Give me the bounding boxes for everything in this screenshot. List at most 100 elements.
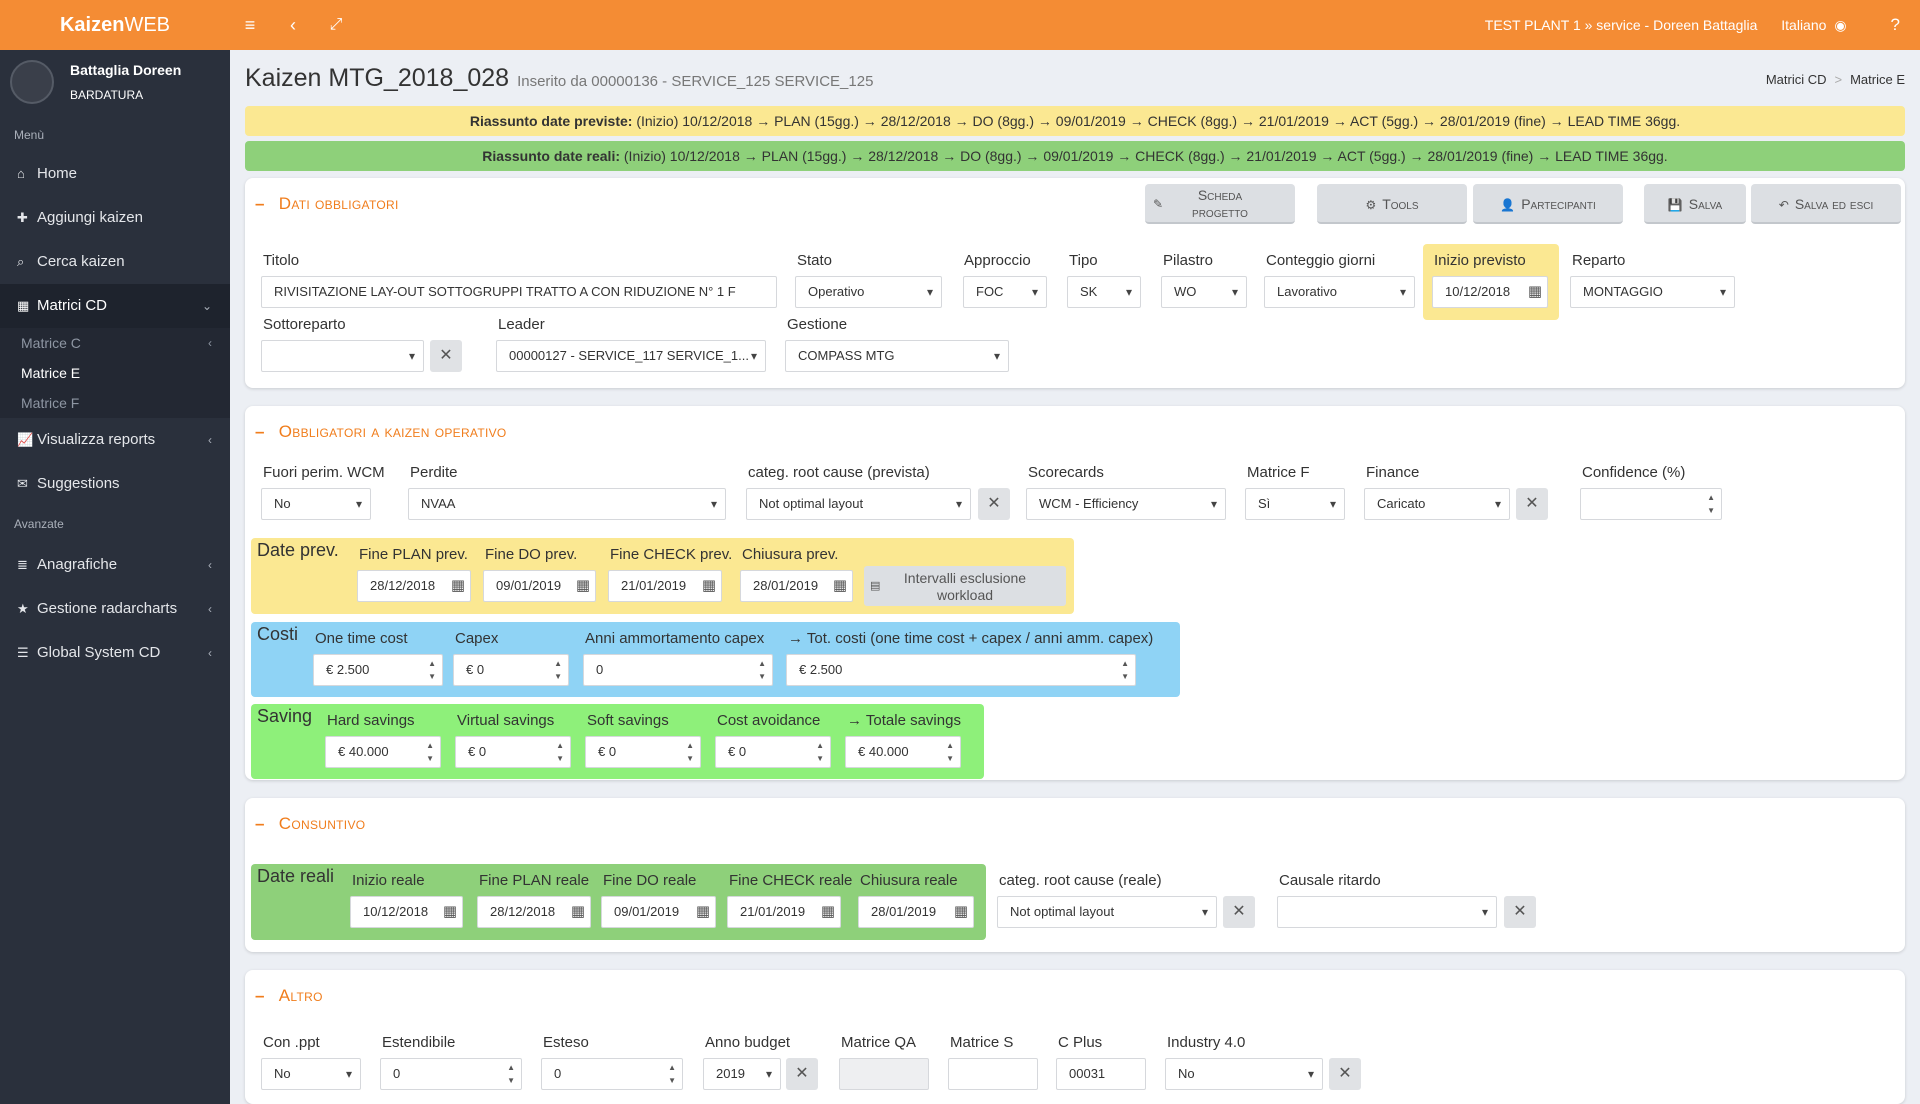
- sidebar-item-global-system-cd[interactable]: ☰ Global System CD ‹: [0, 631, 230, 675]
- clear-industry-icon[interactable]: ✕: [1329, 1058, 1361, 1090]
- menu-toggle-icon[interactable]: ≡: [233, 0, 267, 50]
- calendar-icon[interactable]: ▦: [1528, 277, 1542, 307]
- calendar-icon[interactable]: ▦: [954, 897, 968, 927]
- approccio-select[interactable]: FOC: [963, 276, 1047, 308]
- scheda-progetto-button[interactable]: ✎ Scheda progetto: [1145, 184, 1295, 224]
- spinner-icon[interactable]: ▲ ▼: [1121, 657, 1129, 683]
- matrice-f-select[interactable]: Sì: [1245, 488, 1345, 520]
- tools-button[interactable]: ⚙ Tools: [1317, 184, 1467, 224]
- anni-ammortamento-input[interactable]: 0 ▲ ▼: [583, 654, 773, 686]
- spinner-icon[interactable]: ▲ ▼: [1707, 491, 1715, 517]
- sidebar-item-gestione-radarcharts[interactable]: ★ Gestione radarcharts ‹: [0, 587, 230, 631]
- sidebar-item-cerca-kaizen[interactable]: ⌕ Cerca kaizen: [0, 240, 230, 284]
- calendar-icon[interactable]: ▦: [443, 897, 457, 927]
- cost-avoidance-input[interactable]: € 0 ▲ ▼: [715, 736, 831, 768]
- reparto-select[interactable]: MONTAGGIO: [1570, 276, 1735, 308]
- salva-button[interactable]: 💾 Salva: [1644, 184, 1746, 224]
- sidebar-item-suggestions[interactable]: ✉ Suggestions: [0, 462, 230, 506]
- finance-select[interactable]: Caricato: [1364, 488, 1510, 520]
- intervalli-esclusione-button[interactable]: ▤ Intervalli esclusione workload: [864, 566, 1066, 606]
- clear-categ-reale-icon[interactable]: ✕: [1223, 896, 1255, 928]
- esteso-input[interactable]: 0 ▲ ▼: [541, 1058, 683, 1090]
- sidebar-subitem-matrice-c[interactable]: Matrice C ‹: [0, 328, 230, 358]
- gestione-select[interactable]: COMPASS MTG: [785, 340, 1009, 372]
- fullscreen-icon[interactable]: ⤢: [319, 0, 353, 50]
- sidebar-item-home[interactable]: ⌂ Home: [0, 152, 230, 196]
- language-selector[interactable]: Italiano ◉: [1781, 17, 1866, 33]
- sidebar-item-anagrafiche[interactable]: ≣ Anagrafiche ‹: [0, 543, 230, 587]
- spinner-icon[interactable]: ▲ ▼: [758, 657, 766, 683]
- fuori-perim-select[interactable]: No: [261, 488, 371, 520]
- spinner-icon[interactable]: ▲ ▼: [556, 739, 564, 765]
- inizio-reale-input[interactable]: 10/12/2018 ▦: [350, 896, 463, 928]
- sidebar-item-visualizza-reports[interactable]: 📈 Visualizza reports ‹: [0, 418, 230, 462]
- c-plus-input[interactable]: 00031: [1056, 1058, 1146, 1090]
- partecipanti-button[interactable]: 👤 Partecipanti: [1473, 184, 1623, 224]
- matrice-s-input[interactable]: [948, 1058, 1038, 1090]
- spinner-icon[interactable]: ▲ ▼: [428, 657, 436, 683]
- tot-costi-input[interactable]: € 2.500 ▲ ▼: [786, 654, 1136, 686]
- spinner-icon[interactable]: ▲ ▼: [554, 657, 562, 683]
- clear-sottoreparto-icon[interactable]: ✕: [430, 340, 462, 372]
- chiusura-reale-input[interactable]: 28/01/2019 ▦: [858, 896, 974, 928]
- virtual-savings-input[interactable]: € 0 ▲ ▼: [455, 736, 571, 768]
- anno-budget-select[interactable]: 2019: [703, 1058, 781, 1090]
- panel-title[interactable]: – Dati obbligatori: [255, 194, 399, 214]
- fine-do-prev-input[interactable]: 09/01/2019 ▦: [483, 570, 596, 602]
- soft-savings-input[interactable]: € 0 ▲ ▼: [585, 736, 701, 768]
- calendar-icon[interactable]: ▦: [451, 571, 465, 601]
- sidebar-item-aggiungi-kaizen[interactable]: ✚ Aggiungi kaizen: [0, 196, 230, 240]
- inizio-previsto-input[interactable]: 10/12/2018 ▦: [1432, 276, 1548, 308]
- fine-do-reale-input[interactable]: 09/01/2019 ▦: [601, 896, 716, 928]
- categ-prevista-select[interactable]: Not optimal layout: [746, 488, 971, 520]
- salva-ed-esci-button[interactable]: ↶ Salva ed esci: [1751, 184, 1901, 224]
- calendar-icon[interactable]: ▦: [833, 571, 847, 601]
- spinner-icon[interactable]: ▲ ▼: [426, 739, 434, 765]
- calendar-icon[interactable]: ▦: [821, 897, 835, 927]
- titolo-input[interactable]: RIVISITAZIONE LAY-OUT SOTTOGRUPPI TRATTO…: [261, 276, 777, 308]
- breadcrumb-matrici-cd[interactable]: Matrici CD: [1766, 72, 1827, 87]
- categ-reale-select[interactable]: Not optimal layout: [997, 896, 1217, 928]
- tipo-select[interactable]: SK: [1067, 276, 1141, 308]
- calendar-icon[interactable]: ▦: [576, 571, 590, 601]
- panel-title[interactable]: – Altro: [255, 986, 323, 1006]
- clear-causale-ritardo-icon[interactable]: ✕: [1504, 896, 1536, 928]
- perdite-select[interactable]: NVAA: [408, 488, 726, 520]
- stato-select[interactable]: Operativo: [795, 276, 942, 308]
- fine-check-reale-input[interactable]: 21/01/2019 ▦: [727, 896, 841, 928]
- sidebar-subitem-matrice-e[interactable]: Matrice E: [0, 358, 230, 388]
- clear-finance-icon[interactable]: ✕: [1516, 488, 1548, 520]
- clear-categ-prevista-icon[interactable]: ✕: [978, 488, 1010, 520]
- panel-title[interactable]: – Consuntivo: [255, 814, 365, 834]
- calendar-icon[interactable]: ▦: [702, 571, 716, 601]
- spinner-icon[interactable]: ▲ ▼: [668, 1061, 676, 1087]
- causale-ritardo-select[interactable]: [1277, 896, 1497, 928]
- spinner-icon[interactable]: ▲ ▼: [816, 739, 824, 765]
- pilastro-select[interactable]: WO: [1161, 276, 1247, 308]
- brand-logo[interactable]: KaizenWEB: [0, 0, 230, 50]
- scorecards-select[interactable]: WCM - Efficiency: [1026, 488, 1226, 520]
- one-time-cost-input[interactable]: € 2.500 ▲ ▼: [313, 654, 443, 686]
- fine-check-prev-input[interactable]: 21/01/2019 ▦: [608, 570, 722, 602]
- spinner-icon[interactable]: ▲ ▼: [507, 1061, 515, 1087]
- clear-anno-budget-icon[interactable]: ✕: [786, 1058, 818, 1090]
- capex-input[interactable]: € 0 ▲ ▼: [453, 654, 569, 686]
- back-icon[interactable]: ‹: [276, 0, 310, 50]
- con-ppt-select[interactable]: No: [261, 1058, 361, 1090]
- fine-plan-reale-input[interactable]: 28/12/2018 ▦: [477, 896, 591, 928]
- plant-context[interactable]: TEST PLANT 1 » service - Doreen Battagli…: [1485, 17, 1758, 33]
- confidence-input[interactable]: ▲ ▼: [1580, 488, 1722, 520]
- calendar-icon[interactable]: ▦: [571, 897, 585, 927]
- spinner-icon[interactable]: ▲ ▼: [686, 739, 694, 765]
- industry-select[interactable]: No: [1165, 1058, 1323, 1090]
- calendar-icon[interactable]: ▦: [696, 897, 710, 927]
- sidebar-subitem-matrice-f[interactable]: Matrice F: [0, 388, 230, 418]
- estendibile-input[interactable]: 0 ▲ ▼: [380, 1058, 522, 1090]
- leader-select[interactable]: 00000127 - SERVICE_117 SERVICE_1...: [496, 340, 766, 372]
- matrice-qa-input[interactable]: [839, 1058, 929, 1090]
- fine-plan-prev-input[interactable]: 28/12/2018 ▦: [357, 570, 471, 602]
- sidebar-item-matrici-cd[interactable]: ▦ Matrici CD ⌄: [0, 284, 230, 328]
- hard-savings-input[interactable]: € 40.000 ▲ ▼: [325, 736, 441, 768]
- sottoreparto-select[interactable]: [261, 340, 424, 372]
- totale-savings-input[interactable]: € 40.000 ▲ ▼: [845, 736, 961, 768]
